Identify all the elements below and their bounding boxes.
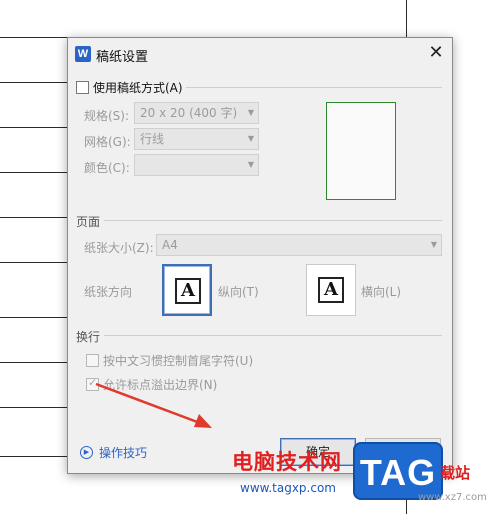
paper-size-select[interactable]: A4 ▼ — [156, 234, 442, 256]
chevron-down-icon: ▼ — [247, 134, 254, 143]
section-divider — [186, 87, 442, 88]
dialog-title: 稿纸设置 — [96, 50, 149, 65]
grid-label: 网格(G): — [84, 135, 131, 149]
watermark-url: www.tagxp.com — [240, 481, 336, 495]
play-circle-icon[interactable]: ▶ — [80, 446, 93, 459]
color-select[interactable]: ▼ — [134, 154, 259, 176]
manuscript-settings-dialog: W 稿纸设置 ✕ 使用稿纸方式(A) 规格(S): 20 x 20 (400 字… — [67, 37, 453, 474]
chevron-down-icon: ▼ — [247, 108, 254, 117]
section-divider — [104, 335, 442, 336]
use-manuscript-checkbox[interactable] — [76, 81, 89, 94]
use-manuscript-label[interactable]: 使用稿纸方式(A) — [93, 79, 183, 96]
orientation-label: 纸张方向 — [84, 285, 133, 299]
section-divider — [104, 220, 442, 221]
dialog-titlebar[interactable]: W 稿纸设置 ✕ — [68, 38, 452, 70]
paper-size-label: 纸张大小(Z): — [84, 241, 154, 255]
wrap-section-title: 换行 — [76, 330, 101, 344]
grid-select[interactable]: 行线 ▼ — [134, 128, 259, 150]
landscape-page-icon: A — [318, 277, 344, 303]
page-preview — [326, 102, 396, 200]
wps-writer-icon: W — [75, 46, 91, 62]
portrait-page-icon: A — [175, 278, 201, 304]
page-section-title: 页面 — [76, 215, 101, 229]
portrait-option[interactable]: A — [162, 264, 212, 316]
color-label: 颜色(C): — [84, 161, 130, 175]
spec-select-value: 20 x 20 (400 字) — [140, 106, 238, 120]
landscape-label[interactable]: 横向(L) — [361, 283, 401, 300]
chevron-down-icon: ▼ — [247, 160, 254, 169]
paper-size-value: A4 — [162, 238, 178, 252]
watermark-url-secondary: www.xz7.com — [418, 492, 487, 503]
spec-label: 规格(S): — [84, 109, 130, 123]
landscape-option[interactable]: A — [306, 264, 356, 316]
watermark-logo-suffix: 载站 — [440, 464, 471, 482]
spec-select[interactable]: 20 x 20 (400 字) ▼ — [134, 102, 259, 124]
operation-tips-link[interactable]: 操作技巧 — [99, 444, 147, 461]
watermark-site-name: 电脑技术网 — [232, 450, 342, 474]
allow-punctuation-overflow-label[interactable]: 允许标点溢出边界(N) — [103, 376, 217, 393]
control-first-last-char-checkbox[interactable] — [86, 354, 99, 367]
grid-select-value: 行线 — [140, 132, 165, 146]
portrait-label[interactable]: 纵向(T) — [218, 283, 259, 300]
allow-punctuation-overflow-checkbox[interactable] — [86, 376, 99, 391]
chevron-down-icon: ▼ — [430, 240, 437, 249]
close-button[interactable]: ✕ — [424, 42, 448, 66]
control-first-last-char-label[interactable]: 按中文习惯控制首尾字符(U) — [103, 352, 253, 369]
